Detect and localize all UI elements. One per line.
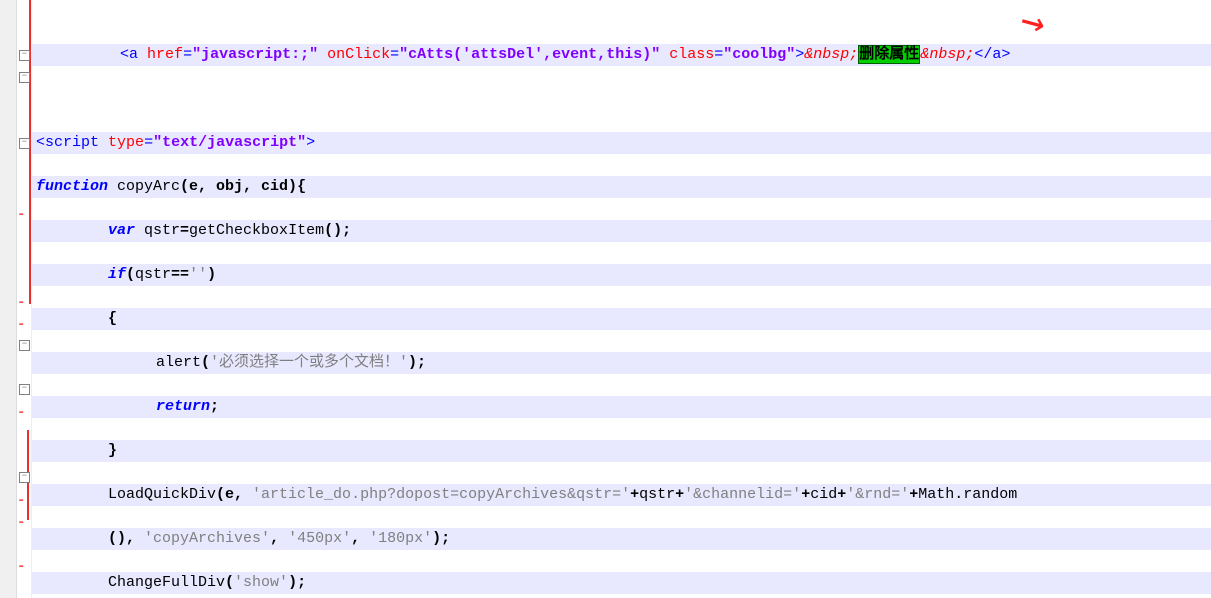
fold-dash: - [17,292,25,314]
code-line: { [32,308,1211,330]
code-line [32,88,1211,110]
fold-toggle[interactable]: − [19,472,30,483]
change-marker [29,0,31,304]
code-line: var qstr=getCheckboxItem(); [32,220,1211,242]
code-editor: − − − - - - − − - − - - - ↘ <a href="jav… [0,0,1211,598]
fold-toggle[interactable]: − [19,384,30,395]
fold-column: − − − - - - − − - − - - - [17,0,32,598]
code-line: return; [32,396,1211,418]
fold-toggle[interactable]: − [19,138,30,149]
code-area[interactable]: ↘ <a href="javascript:;" onClick="cAtts(… [32,0,1211,598]
code-line: } [32,440,1211,462]
fold-dash: - [17,556,25,578]
code-line: if(qstr=='') [32,264,1211,286]
fold-dash: - [17,314,25,336]
fold-toggle[interactable]: − [19,50,30,61]
code-line: <script type="text/javascript"> [32,132,1211,154]
fold-toggle[interactable]: − [19,72,30,83]
fold-dash: - [17,402,25,424]
line-gutter [0,0,17,598]
code-line: <a href="javascript:;" onClick="cAtts('a… [32,44,1211,66]
code-line: function copyArc(e, obj, cid){ [32,176,1211,198]
code-line: LoadQuickDiv(e, 'article_do.php?dopost=c… [32,484,1211,506]
fold-toggle[interactable]: − [19,340,30,351]
code-line: ChangeFullDiv('show'); [32,572,1211,594]
fold-dash: - [17,512,25,534]
code-line: (), 'copyArchives', '450px', '180px'); [32,528,1211,550]
fold-dash: - [17,204,25,226]
highlighted-text: 删除属性 [858,45,920,64]
annotation-arrow: ↘ [1016,7,1048,38]
code-line: alert('必须选择一个或多个文档！'); [32,352,1211,374]
fold-dash: - [17,490,25,512]
